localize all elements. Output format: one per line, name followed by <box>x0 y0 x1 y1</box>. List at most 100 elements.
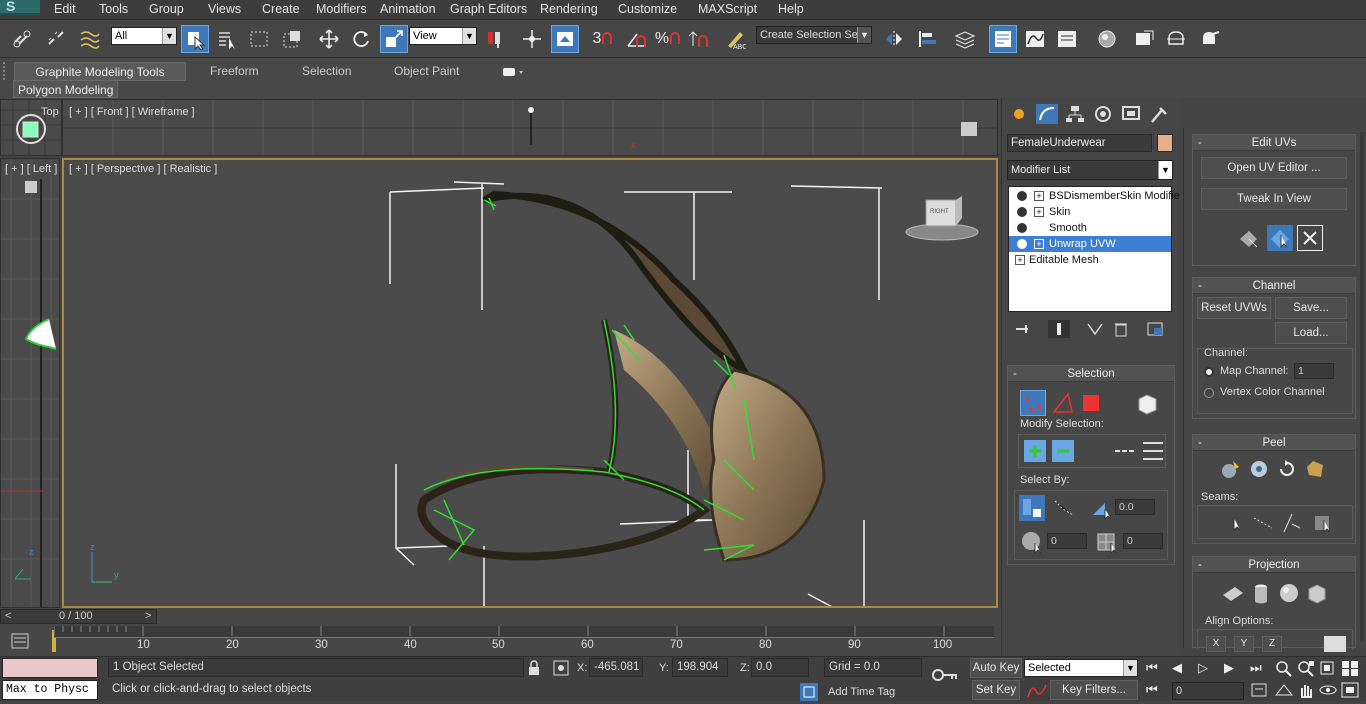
window-crossing-icon[interactable] <box>278 25 306 53</box>
smoothing-spinner[interactable]: 0 <box>1047 533 1087 549</box>
render-production-icon[interactable] <box>1195 25 1223 53</box>
time-tag-icon[interactable] <box>800 683 818 701</box>
projection-header[interactable]: - Projection <box>1193 557 1355 573</box>
lightbulb-icon[interactable] <box>1017 207 1027 217</box>
planar-angle-icon[interactable] <box>1089 495 1115 521</box>
maximize-viewport-icon[interactable] <box>1340 681 1360 699</box>
select-by-element-uv-icon[interactable] <box>1019 495 1045 521</box>
zoom-extents-icon[interactable] <box>1318 659 1338 677</box>
loop-selection-icon[interactable] <box>1113 439 1137 463</box>
map-channel-radio[interactable] <box>1204 367 1214 377</box>
bind-space-warp-icon[interactable] <box>75 25 103 53</box>
map-channel-spinner[interactable]: 1 <box>1294 363 1334 379</box>
zoom-icon[interactable] <box>1274 659 1294 677</box>
current-frame-field[interactable]: 0 <box>1172 682 1244 700</box>
rectangular-selection-icon[interactable] <box>245 25 273 53</box>
angle-snap-icon[interactable] <box>622 25 650 53</box>
spinner-snap-icon[interactable] <box>686 25 714 53</box>
go-to-end-icon[interactable]: ⏭ <box>1250 660 1262 676</box>
select-by-material-id-icon[interactable] <box>1095 529 1121 555</box>
zoom-extents-all-icon[interactable] <box>1340 659 1360 677</box>
select-and-rotate-icon[interactable] <box>347 25 375 53</box>
next-frame-icon[interactable]: ▶︎ <box>1224 660 1234 676</box>
rendered-frame-window-icon[interactable] <box>1162 25 1190 53</box>
menu-edit[interactable]: Edit <box>54 2 76 16</box>
render-setup-icon[interactable] <box>1130 25 1158 53</box>
mirror-icon[interactable] <box>881 25 909 53</box>
shrink-selection-icon[interactable] <box>1051 439 1075 463</box>
stack-item-skin[interactable]: + Skin <box>1009 204 1171 220</box>
add-time-tag[interactable]: Add Time Tag <box>828 686 895 698</box>
edge-sel-to-seams-icon[interactable] <box>1252 512 1274 534</box>
expand-icon[interactable]: + <box>1034 191 1044 201</box>
remove-modifier-icon[interactable] <box>1110 320 1132 338</box>
set-key-button[interactable]: Set Key <box>972 680 1020 700</box>
unlink-icon[interactable] <box>42 25 70 53</box>
planar-map-icon[interactable] <box>1221 581 1245 605</box>
lightbulb-icon[interactable] <box>1017 223 1027 233</box>
align-x-button[interactable]: X <box>1206 636 1226 652</box>
menu-views[interactable]: Views <box>208 2 241 16</box>
field-of-view-icon[interactable] <box>1274 681 1294 699</box>
time-slider[interactable]: < 0 / 100 > <box>0 609 157 624</box>
polygon-modeling-panel[interactable]: Polygon Modeling <box>13 80 119 98</box>
viewport-top[interactable]: Top <box>0 99 62 156</box>
align-view-icon[interactable] <box>1324 636 1346 652</box>
channel-header[interactable]: - Channel <box>1193 278 1355 294</box>
pelt-map-icon[interactable] <box>1247 457 1271 481</box>
relax-icon[interactable] <box>1275 457 1299 481</box>
scene-explorer-icon[interactable] <box>989 25 1017 53</box>
lightbulb-icon[interactable] <box>1017 191 1027 201</box>
menu-help[interactable]: Help <box>778 2 804 16</box>
point-to-point-seam-icon[interactable] <box>1224 512 1246 534</box>
stack-item-bsdismemberskin[interactable]: + BSDismemberSkin Modifie <box>1009 188 1180 204</box>
menu-graph-editors[interactable]: Graph Editors <box>450 2 527 16</box>
selection-filter-dropdown[interactable]: All ▼ <box>111 27 177 45</box>
modifier-list-dropdown[interactable]: Modifier List ▼ <box>1007 160 1173 180</box>
element-mode-icon[interactable] <box>1134 390 1160 416</box>
tab-object-paint[interactable]: Object Paint <box>384 62 469 81</box>
menu-rendering[interactable]: Rendering <box>540 2 598 16</box>
app-logo-icon[interactable]: S <box>0 0 40 15</box>
modify-tab-icon[interactable] <box>1036 104 1058 124</box>
y-coordinate-field[interactable]: 198.904 <box>672 658 728 677</box>
utilities-tab-icon[interactable] <box>1148 104 1170 124</box>
pan-view-icon[interactable] <box>1296 681 1316 699</box>
tab-selection[interactable]: Selection <box>292 62 361 81</box>
cylindrical-map-icon[interactable] <box>1249 581 1273 605</box>
peel-header[interactable]: - Peel <box>1193 435 1355 451</box>
align-y-button[interactable]: Y <box>1234 636 1254 652</box>
menu-create[interactable]: Create <box>262 2 300 16</box>
display-tab-icon[interactable] <box>1120 104 1142 124</box>
expand-icon[interactable]: + <box>1034 207 1044 217</box>
uv-close-icon[interactable] <box>1297 225 1323 251</box>
panel-scrollbar[interactable] <box>1360 132 1364 642</box>
lightbulb-icon[interactable] <box>1017 239 1027 249</box>
link-icon[interactable] <box>8 25 36 53</box>
stack-item-editable-mesh[interactable]: + Editable Mesh <box>1009 252 1171 268</box>
material-editor-icon[interactable] <box>1093 25 1121 53</box>
layer-manager-icon[interactable] <box>951 25 979 53</box>
select-and-move-icon[interactable] <box>315 25 343 53</box>
z-coordinate-field[interactable]: 0.0 <box>751 658 809 677</box>
x-coordinate-field[interactable]: -465.081 <box>589 658 643 677</box>
material-id-spinner[interactable]: 0 <box>1123 533 1163 549</box>
select-and-scale-icon[interactable] <box>380 25 408 53</box>
curve-editor-icon[interactable] <box>1021 25 1049 53</box>
select-object-icon[interactable] <box>181 25 209 53</box>
key-mode-toggle-icon[interactable]: ⏮ <box>1146 682 1158 698</box>
viewcube[interactable]: RIGHT <box>904 196 980 242</box>
previous-frame-icon[interactable]: ◀︎ <box>1172 660 1182 676</box>
make-unique-icon[interactable] <box>1084 320 1106 338</box>
align-z-button[interactable]: Z <box>1262 636 1282 652</box>
keyboard-shortcut-override-icon[interactable] <box>551 25 579 53</box>
lock-selection-icon[interactable] <box>526 659 542 677</box>
schematic-view-icon[interactable] <box>1053 25 1081 53</box>
polygon-mode-icon[interactable] <box>1078 390 1104 416</box>
spherical-map-icon[interactable] <box>1277 581 1301 605</box>
show-end-result-icon[interactable] <box>1048 320 1070 338</box>
load-uvws-button[interactable]: Load... <box>1275 322 1347 344</box>
expand-icon[interactable]: + <box>1034 239 1044 249</box>
align-icon[interactable] <box>914 25 942 53</box>
key-mode-dropdown[interactable]: Selected ▼ <box>1024 659 1138 677</box>
